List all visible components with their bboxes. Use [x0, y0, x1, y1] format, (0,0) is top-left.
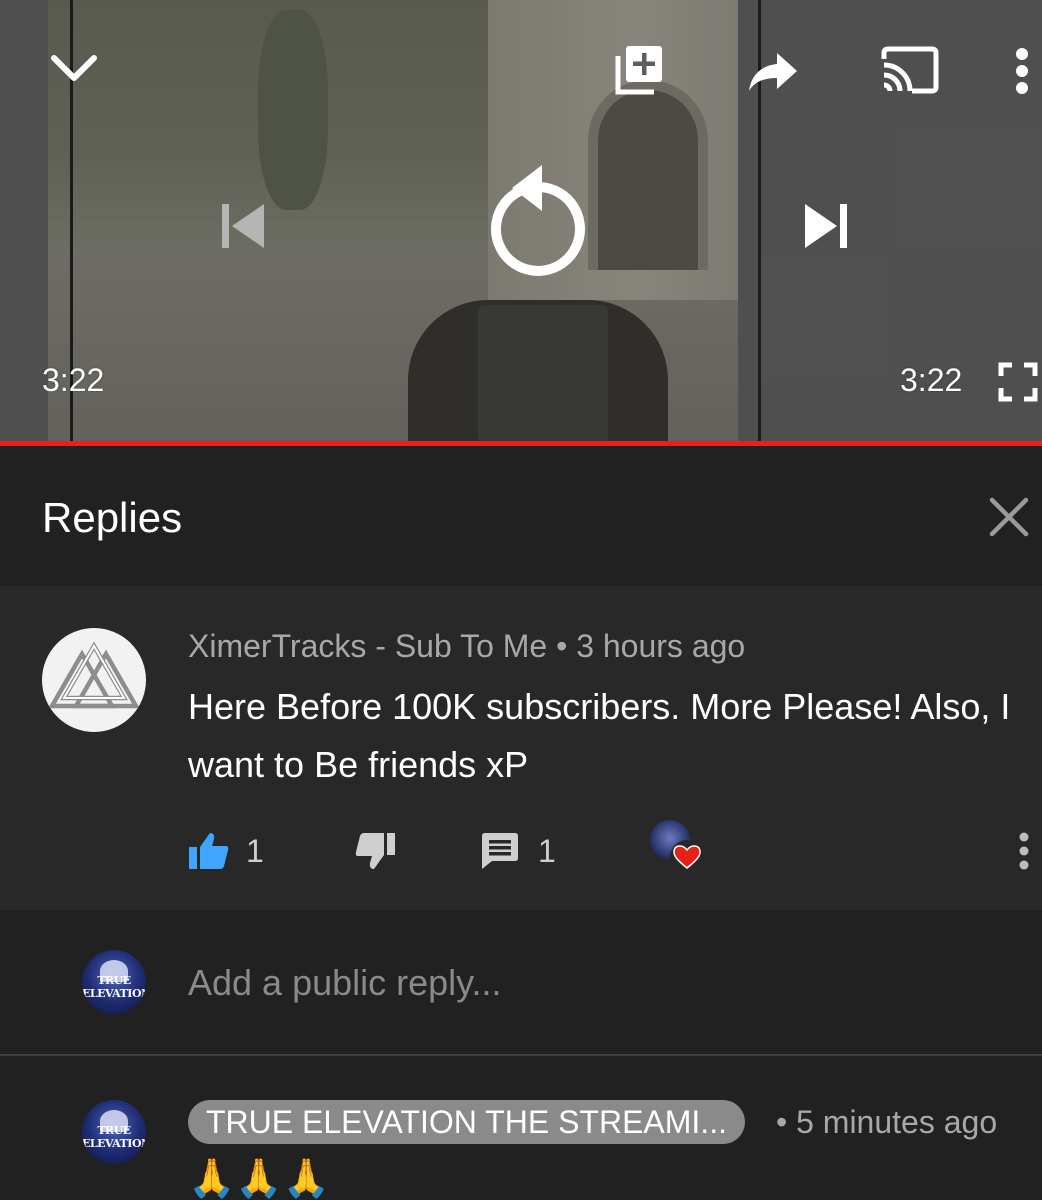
- reply-author-badge[interactable]: TRUE ELEVATION THE STREAMI...: [188, 1100, 745, 1144]
- close-button[interactable]: [986, 494, 1032, 540]
- skip-previous-icon: [222, 204, 264, 248]
- reply-input[interactable]: [188, 962, 1008, 1004]
- replay-button[interactable]: [480, 160, 592, 284]
- comment-author[interactable]: XimerTracks - Sub To Me: [188, 628, 547, 664]
- player-more-button[interactable]: [1002, 44, 1042, 98]
- comment-text: Here Before 100K subscribers. More Pleas…: [188, 686, 1011, 785]
- comment-more-button[interactable]: [1010, 826, 1038, 876]
- comment-time: 3 hours ago: [576, 628, 746, 664]
- reply-meta: • 5 minutes ago: [776, 1104, 997, 1141]
- fullscreen-icon: [998, 362, 1038, 402]
- more-vert-icon: [1019, 832, 1029, 870]
- video-player[interactable]: 3:22 3:22: [0, 0, 1042, 443]
- user-avatar: TRUE ELEVATION: [82, 950, 146, 1014]
- like-button[interactable]: [188, 826, 230, 876]
- current-time: 3:22: [42, 362, 105, 398]
- add-to-queue-button[interactable]: [606, 40, 670, 100]
- cast-icon: [881, 46, 939, 94]
- main-comment: XimerTracks - Sub To Me • 3 hours ago He…: [0, 586, 1042, 910]
- heart-icon: [673, 845, 701, 869]
- meta-separator: •: [776, 1104, 788, 1140]
- thumbs-down-icon: [355, 833, 395, 869]
- replies-header: Replies: [0, 446, 1042, 586]
- reply-avatar[interactable]: TRUE ELEVATION: [82, 1100, 146, 1164]
- reply-button[interactable]: [480, 826, 520, 876]
- fullscreen-button[interactable]: [996, 360, 1040, 404]
- valknut-logo-icon: [48, 641, 140, 709]
- reply-input-row: TRUE ELEVATION: [0, 910, 1042, 1056]
- replies-title: Replies: [42, 494, 183, 541]
- previous-button[interactable]: [212, 196, 272, 256]
- comment-actions: 1 1: [188, 820, 1029, 876]
- avatar[interactable]: [42, 628, 146, 732]
- avatar-label: TRUE ELEVATION: [82, 974, 146, 1000]
- reply-item: TRUE ELEVATION TRUE ELEVATION THE STREAM…: [0, 1056, 1042, 1200]
- thumbs-up-icon: [189, 833, 229, 869]
- share-icon: [749, 53, 797, 91]
- dislike-button[interactable]: [354, 826, 396, 876]
- like-count: 1: [246, 832, 264, 869]
- skip-next-icon: [805, 204, 847, 248]
- creator-heart-badge: [648, 820, 708, 880]
- reply-text: 🙏🙏🙏: [188, 1156, 330, 1200]
- next-button[interactable]: [796, 196, 858, 256]
- replay-icon: [491, 165, 585, 276]
- cast-button[interactable]: [874, 40, 944, 100]
- chevron-down-icon: [51, 55, 97, 81]
- close-icon: [989, 497, 1029, 537]
- add-to-queue-icon: [615, 46, 662, 95]
- comment-meta: XimerTracks - Sub To Me • 3 hours ago: [188, 628, 745, 665]
- reply-count: 1: [538, 832, 556, 869]
- total-time: 3:22: [900, 362, 963, 398]
- avatar-label: TRUE ELEVATION: [82, 1124, 146, 1150]
- more-vert-icon: [1016, 48, 1028, 94]
- reply-time: 5 minutes ago: [796, 1104, 998, 1140]
- collapse-button[interactable]: [48, 42, 100, 94]
- meta-separator: •: [556, 628, 568, 664]
- comment-icon: [482, 833, 518, 869]
- share-button[interactable]: [742, 42, 804, 102]
